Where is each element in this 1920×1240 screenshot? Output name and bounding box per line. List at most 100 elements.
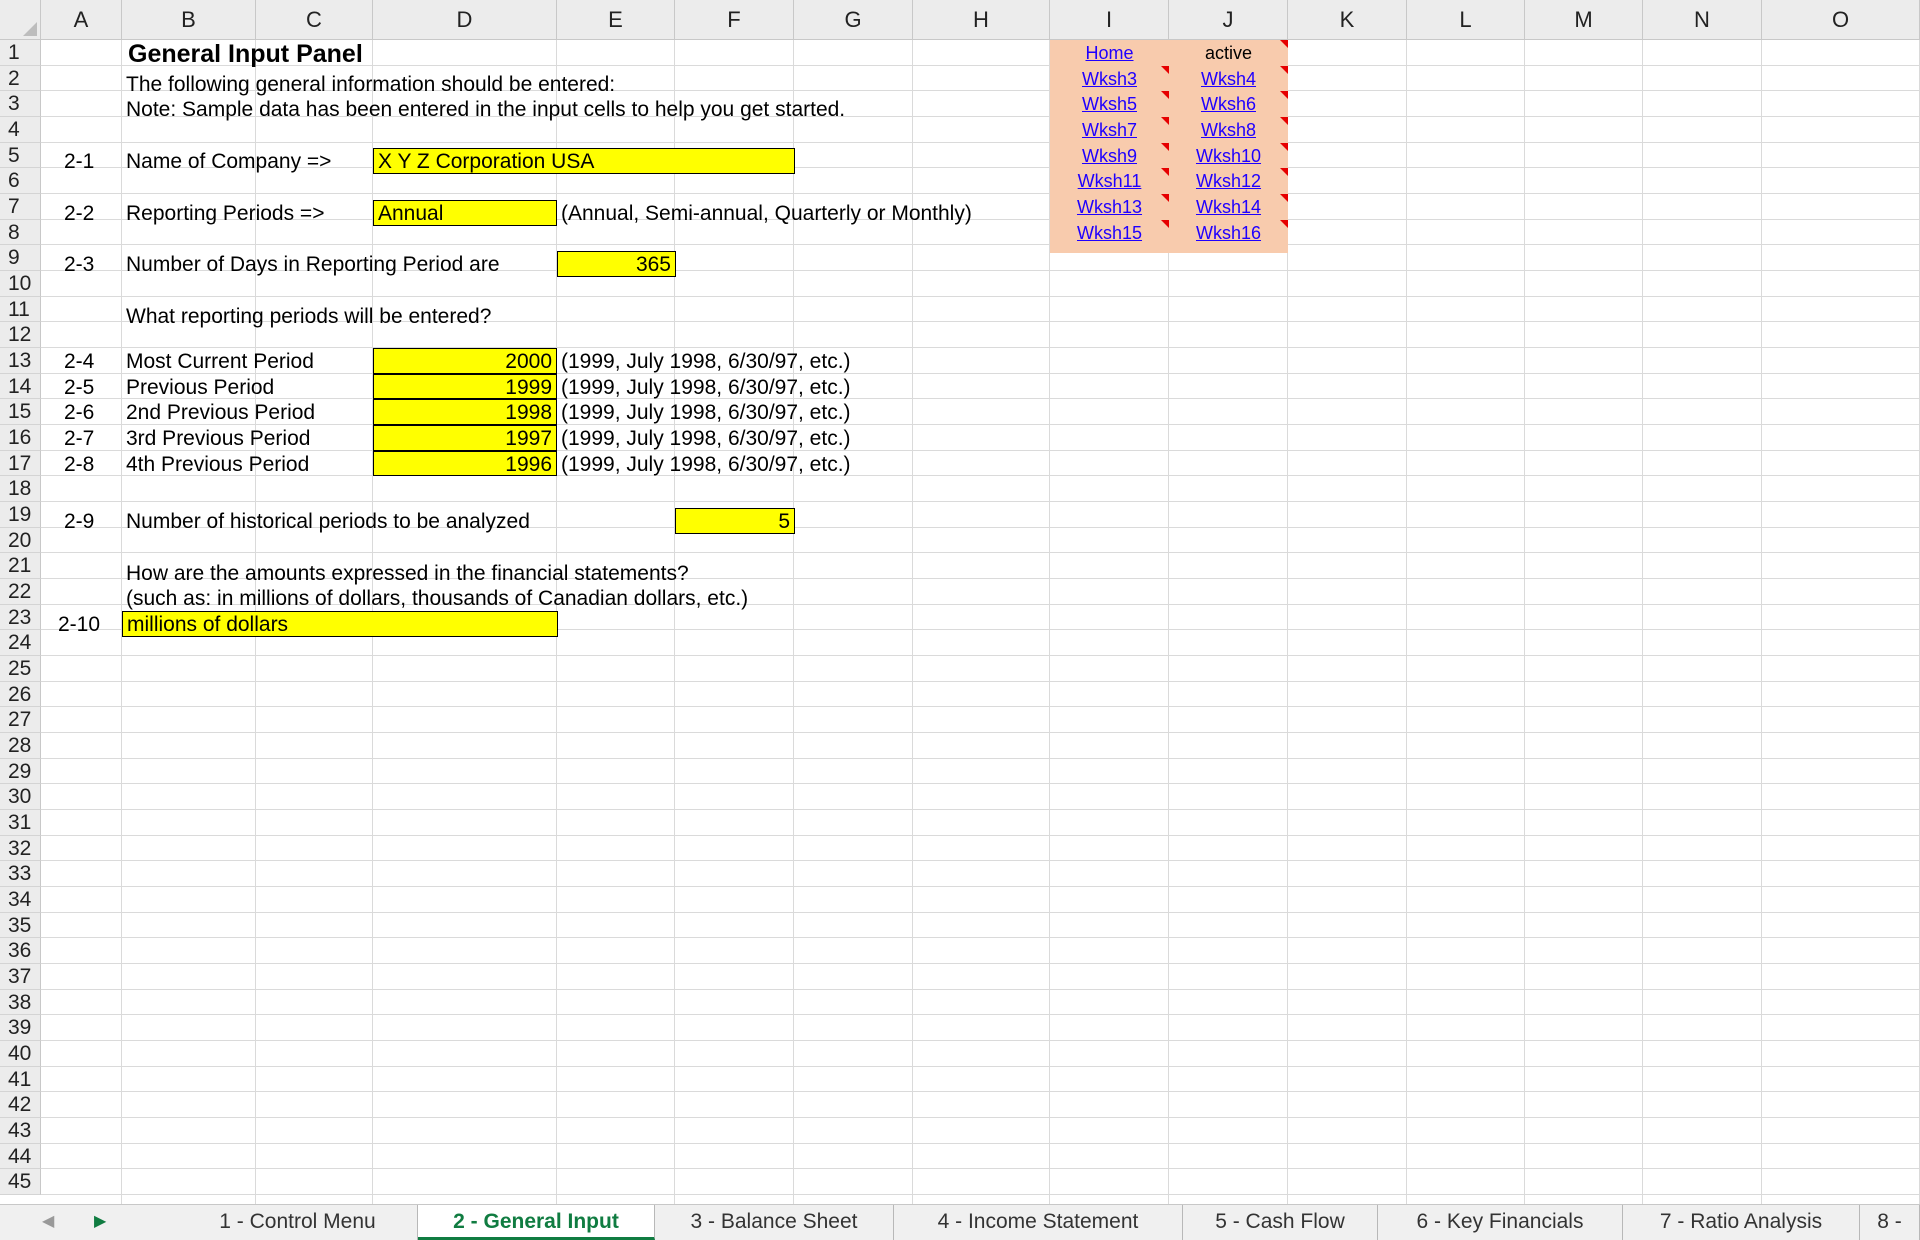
nav-link-wksh5[interactable]: Wksh5 bbox=[1050, 92, 1169, 118]
nav-link-wksh16[interactable]: Wksh16 bbox=[1169, 221, 1288, 247]
row-header-15[interactable]: 15 bbox=[0, 399, 41, 426]
row-header-2[interactable]: 2 bbox=[0, 65, 41, 92]
nav-link-home[interactable]: Home bbox=[1050, 41, 1169, 67]
nav-link-wksh14[interactable]: Wksh14 bbox=[1169, 195, 1288, 221]
row-header-34[interactable]: 34 bbox=[0, 887, 41, 913]
row-header-38[interactable]: 38 bbox=[0, 989, 41, 1016]
row-header-10[interactable]: 10 bbox=[0, 271, 41, 297]
column-header-b[interactable]: B bbox=[122, 0, 256, 40]
column-header-h[interactable]: H bbox=[913, 0, 1050, 40]
column-header-c[interactable]: C bbox=[256, 0, 373, 40]
select-all-corner[interactable] bbox=[0, 0, 41, 40]
column-header-l[interactable]: L bbox=[1407, 0, 1525, 40]
sheet-tab[interactable]: 2 - General Input bbox=[418, 1205, 655, 1240]
column-header-e[interactable]: E bbox=[557, 0, 675, 40]
period-input[interactable]: 1999 bbox=[373, 373, 557, 400]
nav-link-wksh8[interactable]: Wksh8 bbox=[1169, 118, 1288, 144]
period-input[interactable]: 2000 bbox=[373, 348, 557, 374]
row-header-12[interactable]: 12 bbox=[0, 322, 41, 349]
nav-link-wksh6[interactable]: Wksh6 bbox=[1169, 92, 1288, 118]
item-id: 2-2 bbox=[64, 202, 95, 225]
spreadsheet-grid[interactable]: ABCDEFGHIJKLMNO 1 2 3 4 5 6 7 8 9 10 11 12 13 14 15 16 1… bbox=[0, 0, 1920, 1204]
historical-periods-input[interactable]: 5 bbox=[675, 508, 795, 534]
sheet-tab[interactable]: 8 - bbox=[1860, 1205, 1920, 1240]
period-hint: (1999, July 1998, 6/30/97, etc.) bbox=[561, 350, 851, 374]
column-header-a[interactable]: A bbox=[41, 0, 122, 40]
row-header-39[interactable]: 39 bbox=[0, 1015, 41, 1042]
sheet-tab[interactable]: 6 - Key Financials bbox=[1378, 1205, 1623, 1240]
row-header-13[interactable]: 13 bbox=[0, 348, 41, 374]
nav-link-wksh3[interactable]: Wksh3 bbox=[1050, 67, 1169, 93]
column-header-k[interactable]: K bbox=[1288, 0, 1407, 40]
intro-text: The following general information should… bbox=[126, 73, 616, 96]
period-input[interactable]: 1997 bbox=[373, 425, 557, 451]
column-header-m[interactable]: M bbox=[1525, 0, 1643, 40]
nav-link-wksh9[interactable]: Wksh9 bbox=[1050, 144, 1169, 170]
nav-link-wksh10[interactable]: Wksh10 bbox=[1169, 144, 1288, 170]
scroll-right-icon[interactable]: ▶ bbox=[94, 1205, 106, 1240]
row-header-41[interactable]: 41 bbox=[0, 1066, 41, 1093]
row-header-26[interactable]: 26 bbox=[0, 681, 41, 708]
row-header-23[interactable]: 23 bbox=[0, 604, 41, 631]
nav-link-wksh11[interactable]: Wksh11 bbox=[1050, 169, 1169, 195]
row-header-6[interactable]: 6 bbox=[0, 168, 41, 194]
column-header-d[interactable]: D bbox=[373, 0, 557, 40]
row-header-16[interactable]: 16 bbox=[0, 425, 41, 451]
column-header-j[interactable]: J bbox=[1169, 0, 1288, 40]
sheet-tab[interactable]: 1 - Control Menu bbox=[178, 1205, 418, 1240]
period-input[interactable]: 1998 bbox=[373, 399, 557, 426]
column-header-n[interactable]: N bbox=[1643, 0, 1762, 40]
row-header-21[interactable]: 21 bbox=[0, 553, 41, 580]
nav-link-wksh7[interactable]: Wksh7 bbox=[1050, 118, 1169, 144]
row-header-1[interactable]: 1 bbox=[0, 40, 41, 66]
row-header-25[interactable]: 25 bbox=[0, 656, 41, 682]
row-header-7[interactable]: 7 bbox=[0, 194, 41, 220]
nav-link-wksh13[interactable]: Wksh13 bbox=[1050, 195, 1169, 221]
period-input[interactable]: 1996 bbox=[373, 450, 557, 477]
row-header-17[interactable]: 17 bbox=[0, 450, 41, 477]
reporting-periods-input[interactable]: Annual bbox=[373, 200, 557, 226]
row-header-44[interactable]: 44 bbox=[0, 1143, 41, 1170]
nav-link-wksh4[interactable]: Wksh4 bbox=[1169, 67, 1288, 93]
column-header-f[interactable]: F bbox=[675, 0, 794, 40]
row-header-22[interactable]: 22 bbox=[0, 579, 41, 605]
column-header-g[interactable]: G bbox=[794, 0, 913, 40]
nav-link-wksh15[interactable]: Wksh15 bbox=[1050, 221, 1169, 247]
sheet-tab[interactable]: 4 - Income Statement bbox=[894, 1205, 1183, 1240]
row-header-9[interactable]: 9 bbox=[0, 245, 41, 272]
row-header-8[interactable]: 8 bbox=[0, 219, 41, 246]
row-header-40[interactable]: 40 bbox=[0, 1041, 41, 1067]
scroll-left-icon[interactable]: ◀ bbox=[42, 1205, 54, 1240]
row-header-35[interactable]: 35 bbox=[0, 912, 41, 939]
row-header-45[interactable]: 45 bbox=[0, 1169, 41, 1196]
column-header-o[interactable]: O bbox=[1762, 0, 1920, 40]
row-header-19[interactable]: 19 bbox=[0, 502, 41, 528]
days-input[interactable]: 365 bbox=[557, 251, 676, 277]
row-header-27[interactable]: 27 bbox=[0, 707, 41, 734]
row-header-3[interactable]: 3 bbox=[0, 91, 41, 117]
row-header-30[interactable]: 30 bbox=[0, 784, 41, 811]
row-header-20[interactable]: 20 bbox=[0, 527, 41, 554]
sheet-tab[interactable]: 3 - Balance Sheet bbox=[655, 1205, 894, 1240]
sheet-tab[interactable]: 7 - Ratio Analysis bbox=[1623, 1205, 1860, 1240]
row-header-42[interactable]: 42 bbox=[0, 1092, 41, 1119]
row-header-24[interactable]: 24 bbox=[0, 630, 41, 657]
nav-link-wksh12[interactable]: Wksh12 bbox=[1169, 169, 1288, 195]
row-header-4[interactable]: 4 bbox=[0, 117, 41, 143]
row-header-37[interactable]: 37 bbox=[0, 964, 41, 990]
row-header-36[interactable]: 36 bbox=[0, 938, 41, 965]
row-header-18[interactable]: 18 bbox=[0, 476, 41, 503]
row-header-33[interactable]: 33 bbox=[0, 861, 41, 888]
row-header-11[interactable]: 11 bbox=[0, 296, 41, 323]
row-header-32[interactable]: 32 bbox=[0, 835, 41, 862]
row-header-28[interactable]: 28 bbox=[0, 733, 41, 759]
company-name-input[interactable]: X Y Z Corporation USA bbox=[373, 148, 795, 174]
amounts-unit-input[interactable]: millions of dollars bbox=[122, 611, 558, 637]
row-header-43[interactable]: 43 bbox=[0, 1118, 41, 1144]
row-header-31[interactable]: 31 bbox=[0, 810, 41, 836]
sheet-tab[interactable]: 5 - Cash Flow bbox=[1183, 1205, 1378, 1240]
row-header-5[interactable]: 5 bbox=[0, 142, 41, 169]
column-header-i[interactable]: I bbox=[1050, 0, 1169, 40]
row-header-14[interactable]: 14 bbox=[0, 373, 41, 400]
row-header-29[interactable]: 29 bbox=[0, 758, 41, 785]
